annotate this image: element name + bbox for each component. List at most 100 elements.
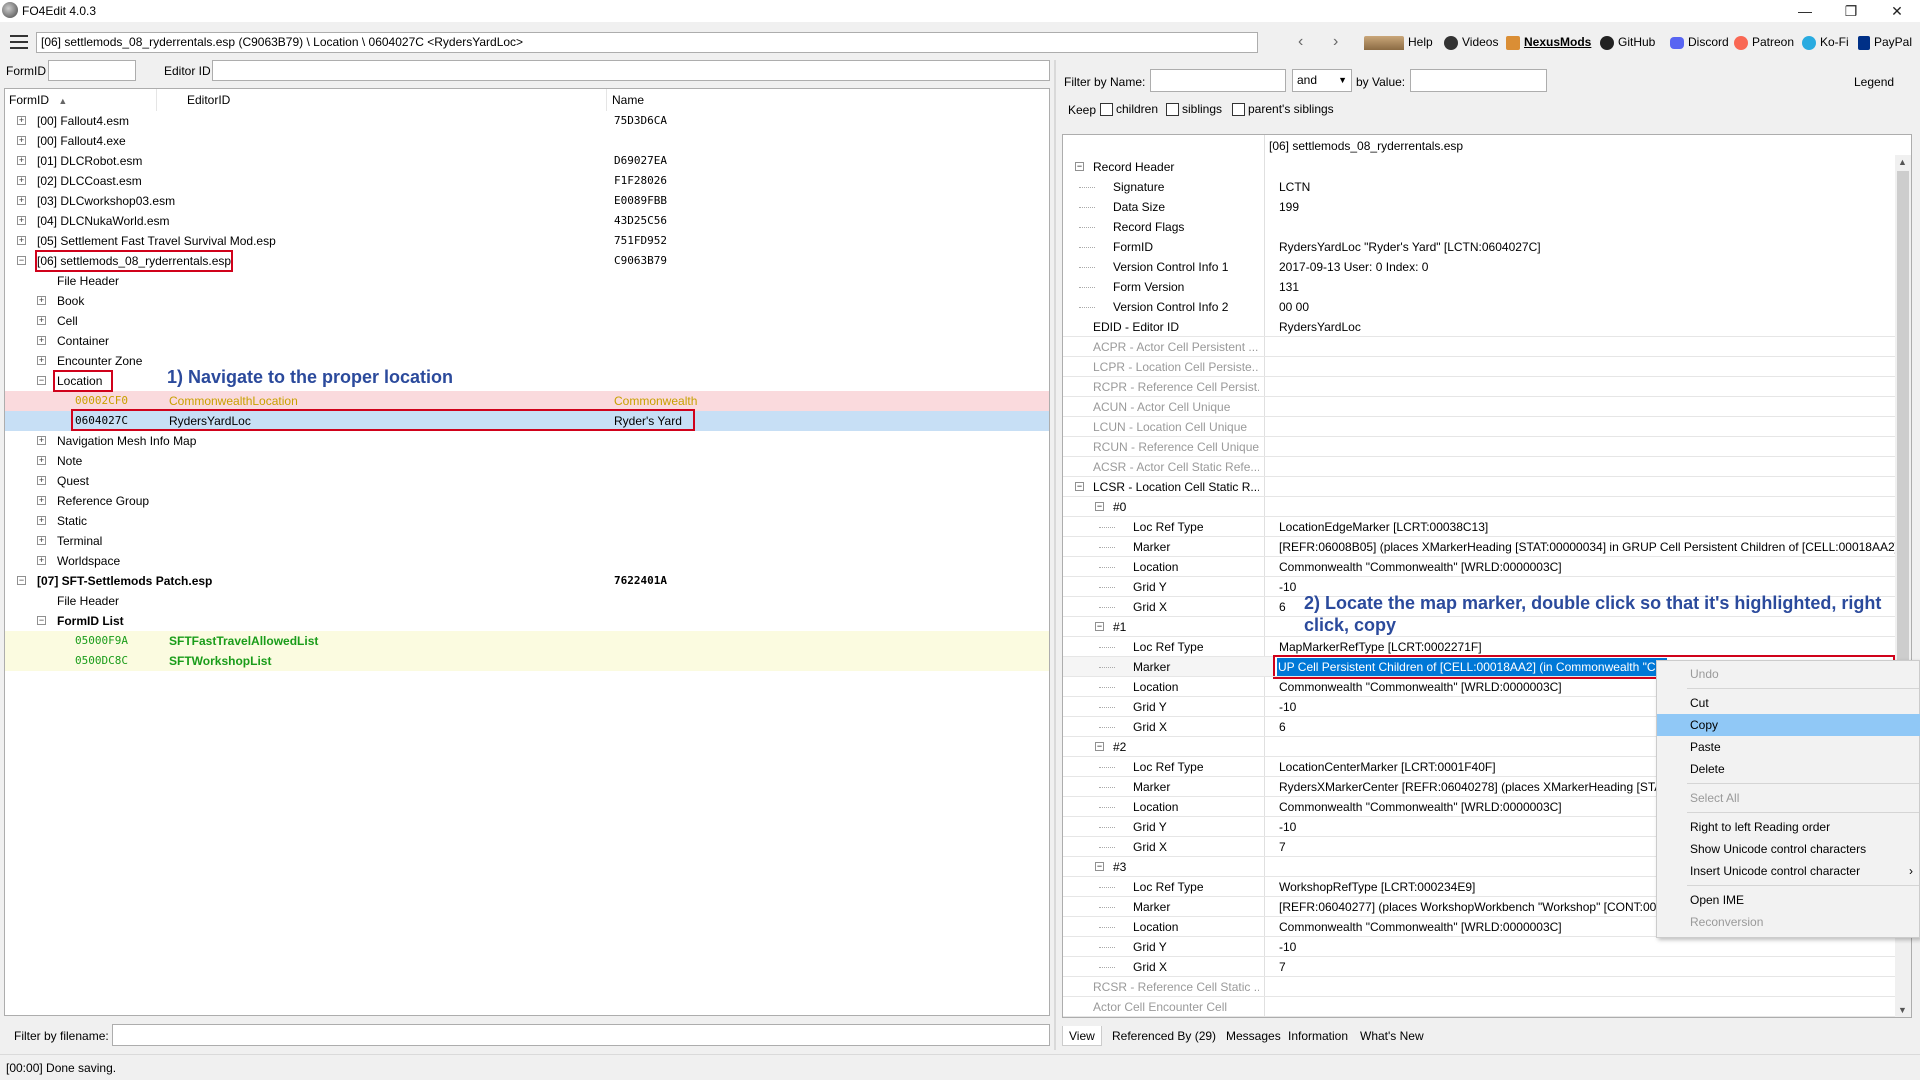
collapse-icon[interactable]: − [1095,862,1104,871]
record-field-row[interactable]: LCPR - Location Cell Persiste... [1063,357,1903,377]
tab-information[interactable]: Information [1282,1026,1354,1046]
tree-row[interactable]: File Header [5,271,1049,291]
record-field-row[interactable]: RCSR - Reference Cell Static ... [1063,977,1903,997]
expand-icon[interactable]: + [17,176,26,185]
menu-item-cut[interactable]: Cut [1657,692,1920,714]
collapse-icon[interactable]: − [1095,742,1104,751]
collapse-icon[interactable]: − [17,256,26,265]
tab-view[interactable]: View [1062,1026,1102,1046]
tree-row[interactable]: + Static [5,511,1049,531]
expand-icon[interactable]: + [17,196,26,205]
expand-icon[interactable]: + [17,236,26,245]
record-field-row[interactable]: EDID - Editor ID RydersYardLoc [1063,317,1903,337]
tree-row[interactable]: + [04] DLCNukaWorld.esm 43D25C56 [5,211,1049,231]
tree-row[interactable]: + Encounter Zone [5,351,1049,371]
menu-item-insert-unicode-control-character[interactable]: Insert Unicode control character › [1657,860,1920,882]
tab-messages[interactable]: Messages [1220,1026,1287,1046]
expand-icon[interactable]: + [37,336,46,345]
record-row-commonwealthlocation[interactable]: 00002CF0 CommonwealthLocation Commonwealth [5,391,1049,411]
collapse-icon[interactable]: − [1075,162,1084,171]
keep-siblings-checkbox[interactable]: siblings [1166,102,1222,117]
tree-row[interactable]: − Location [5,371,1049,391]
record-row[interactable]: 0500DC8C SFTWorkshopList [5,651,1049,671]
record-field-row[interactable]: FormID RydersYardLoc "Ryder's Yard" [LCTN… [1063,237,1903,257]
tree-row-patch[interactable]: − [07] SFT-Settlemods Patch.esp 7622401A [5,571,1049,591]
help-link[interactable]: Help [1364,34,1433,50]
tree-row[interactable]: File Header [5,591,1049,611]
minimize-button[interactable]: — [1782,0,1828,22]
record-field-row[interactable]: − LCSR - Location Cell Static R... [1063,477,1903,497]
kofi-link[interactable]: Ko-Fi [1802,34,1849,50]
filename-filter-input[interactable] [112,1024,1050,1046]
tree-row[interactable]: + Terminal [5,531,1049,551]
record-field-row[interactable]: − Record Header [1063,157,1903,177]
tree-row[interactable]: + [02] DLCCoast.esm F1F28026 [5,171,1049,191]
menu-item-select-all[interactable]: Select All [1657,787,1920,809]
record-path[interactable]: [06] settlemods_08_ryderrentals.esp (C90… [36,32,1258,53]
keep-children-checkbox[interactable]: children [1100,102,1158,117]
close-button[interactable]: ✕ [1874,0,1920,22]
maximize-button[interactable]: ❐ [1828,0,1874,22]
collapse-icon[interactable]: − [37,376,46,385]
tree-row[interactable]: + [03] DLCworkshop03.esm E0089FBB [5,191,1049,211]
tree-row[interactable]: + [05] Settlement Fast Travel Survival Mo… [5,231,1049,251]
menu-item-open-ime[interactable]: Open IME [1657,889,1920,911]
collapse-icon[interactable]: − [17,576,26,585]
record-field-row[interactable]: Version Control Info 1 2017-09-13 User: 0… [1063,257,1903,277]
column-formid[interactable]: FormID ▲ [5,89,157,111]
tree-row[interactable]: + [00] Fallout4.esm 75D3D6CA [5,111,1049,131]
tree-row[interactable]: + [01] DLCRobot.esm D69027EA [5,151,1049,171]
tab-what-s-new[interactable]: What's New [1354,1026,1430,1046]
record-field-row[interactable]: Marker [REFR:06008B05] (places XMarkerHea… [1063,537,1903,557]
pane-splitter[interactable] [1054,60,1056,1050]
record-field-row[interactable]: ACSR - Actor Cell Static Refe... [1063,457,1903,477]
collapse-icon[interactable]: − [37,616,46,625]
scroll-up-arrow-icon[interactable]: ▲ [1898,157,1907,167]
keep-parents-siblings-checkbox[interactable]: parent's siblings [1232,102,1334,117]
record-field-row[interactable]: Grid Y -10 [1063,937,1903,957]
github-link[interactable]: GitHub [1600,34,1655,50]
filter-name-input[interactable] [1150,69,1286,92]
forward-arrow-icon[interactable]: › [1333,33,1338,51]
tree-row[interactable]: + [00] Fallout4.exe [5,131,1049,151]
menu-item-reconversion[interactable]: Reconversion [1657,911,1920,933]
editorid-filter-input[interactable] [212,60,1050,81]
expand-icon[interactable]: + [37,356,46,365]
record-field-row[interactable]: Data Size 199 [1063,197,1903,217]
tree-row[interactable]: + Note [5,451,1049,471]
record-field-row[interactable]: Grid X 7 [1063,957,1903,977]
record-field-row[interactable]: Loc Ref Type LocationEdgeMarker [LCRT:000… [1063,517,1903,537]
expand-icon[interactable]: + [37,436,46,445]
expand-icon[interactable]: + [37,316,46,325]
discord-link[interactable]: Discord [1670,34,1729,50]
back-arrow-icon[interactable]: ‹ [1298,33,1303,51]
formid-filter-input[interactable] [48,60,136,81]
record-field-row[interactable]: Signature LCTN [1063,177,1903,197]
record-field-row[interactable]: Version Control Info 2 00 00 [1063,297,1903,317]
tree-row-formid-list[interactable]: − FormID List [5,611,1049,631]
nexusmods-link[interactable]: NexusMods [1506,34,1591,50]
videos-link[interactable]: Videos [1444,34,1498,50]
collapse-icon[interactable]: − [1075,482,1084,491]
record-field-row[interactable]: ACUN - Actor Cell Unique [1063,397,1903,417]
tree-row[interactable]: + Book [5,291,1049,311]
expand-icon[interactable]: + [37,476,46,485]
expand-icon[interactable]: + [37,456,46,465]
expand-icon[interactable]: + [37,496,46,505]
expand-icon[interactable]: + [37,516,46,525]
context-menu[interactable]: Undo Cut Copy Paste Delete Select All Right to… [1656,660,1920,938]
record-field-row[interactable]: − #0 [1063,497,1903,517]
tree-row[interactable]: + Cell [5,311,1049,331]
record-field-row[interactable]: RCUN - Reference Cell Unique [1063,437,1903,457]
expand-icon[interactable]: + [17,116,26,125]
column-name[interactable]: Name [608,89,1049,111]
tree-row[interactable]: + Reference Group [5,491,1049,511]
expand-icon[interactable]: + [37,296,46,305]
menu-item-copy[interactable]: Copy [1657,714,1920,736]
expand-icon[interactable]: + [37,536,46,545]
menu-item-right-to-left-reading-order[interactable]: Right to left Reading order [1657,816,1920,838]
tree-row[interactable]: + Container [5,331,1049,351]
expand-icon[interactable]: + [17,136,26,145]
paypal-link[interactable]: PayPal [1858,34,1912,50]
column-editorid[interactable]: EditorID [183,89,607,111]
